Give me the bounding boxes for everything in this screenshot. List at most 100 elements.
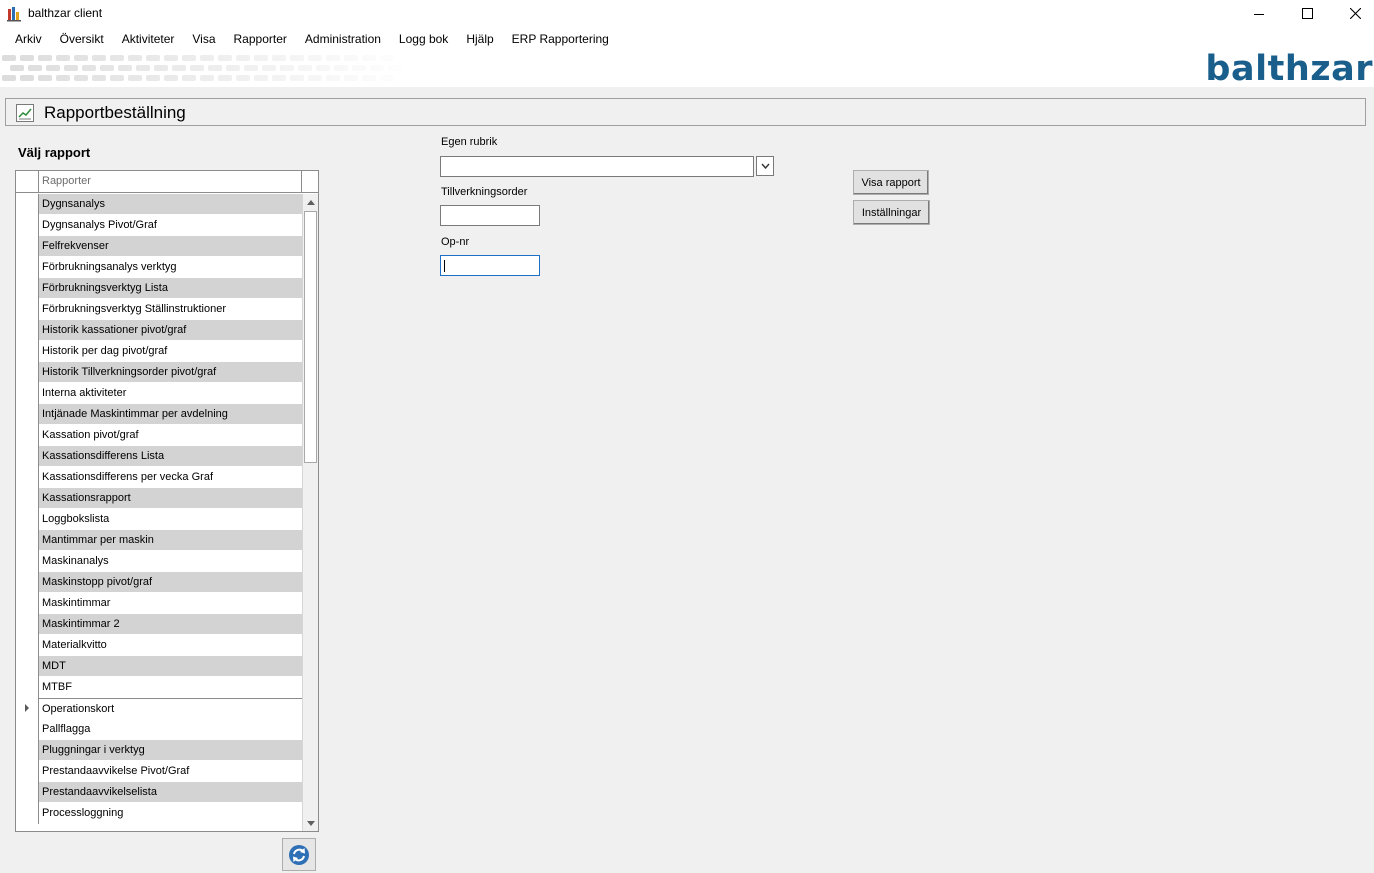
row-header[interactable] xyxy=(16,635,39,656)
report-name-cell[interactable]: Förbrukningsverktyg Lista xyxy=(39,278,302,299)
row-header[interactable] xyxy=(16,194,39,215)
maximize-button[interactable] xyxy=(1284,0,1330,27)
menu-aktiviteter[interactable]: Aktiviteter xyxy=(113,27,184,52)
menu-logg-bok[interactable]: Logg bok xyxy=(390,27,457,52)
grid-corner[interactable] xyxy=(16,171,39,193)
report-name-cell[interactable]: Operationskort xyxy=(39,698,302,719)
report-name-cell[interactable]: Maskinstopp pivot/graf xyxy=(39,572,302,593)
report-name-cell[interactable]: MTBF xyxy=(39,677,302,698)
report-name-cell[interactable]: Maskintimmar xyxy=(39,593,302,614)
close-button[interactable] xyxy=(1332,0,1374,27)
report-name-cell[interactable]: Pluggningar i verktyg xyxy=(39,740,302,761)
table-row[interactable]: Kassationsrapport xyxy=(16,488,302,509)
report-grid[interactable]: Rapporter Dygnsanalys Dygnsanalys Pivot/G… xyxy=(15,170,319,832)
table-row[interactable]: Förbrukningsverktyg Ställinstruktioner xyxy=(16,299,302,320)
report-name-cell[interactable]: Maskinanalys xyxy=(39,551,302,572)
report-name-cell[interactable]: Felfrekvenser xyxy=(39,236,302,257)
egen-rubrik-dropdown-button[interactable] xyxy=(756,156,774,176)
row-header[interactable] xyxy=(16,740,39,761)
tillverkningsorder-input[interactable] xyxy=(440,205,540,226)
menu-administration[interactable]: Administration xyxy=(296,27,390,52)
menu-oversikt[interactable]: Översikt xyxy=(51,27,113,52)
report-name-cell[interactable]: Dygnsanalys xyxy=(39,194,302,215)
grid-scrollbar[interactable] xyxy=(302,194,318,831)
report-name-cell[interactable]: Förbrukningsverktyg Ställinstruktioner xyxy=(39,299,302,320)
table-row[interactable]: Felfrekvenser xyxy=(16,236,302,257)
table-row[interactable]: Förbrukningsverktyg Lista xyxy=(16,278,302,299)
row-header[interactable] xyxy=(16,488,39,509)
report-name-cell[interactable]: Mantimmar per maskin xyxy=(39,530,302,551)
table-row[interactable]: Historik kassationer pivot/graf xyxy=(16,320,302,341)
row-header[interactable] xyxy=(16,341,39,362)
row-header[interactable] xyxy=(16,467,39,488)
row-header[interactable] xyxy=(16,362,39,383)
op-nr-input[interactable] xyxy=(440,255,540,276)
table-row[interactable]: Maskintimmar 2 xyxy=(16,614,302,635)
report-name-cell[interactable]: Historik Tillverkningsorder pivot/graf xyxy=(39,362,302,383)
row-header[interactable] xyxy=(16,593,39,614)
report-name-cell[interactable]: MDT xyxy=(39,656,302,677)
report-name-cell[interactable]: Processloggning xyxy=(39,803,302,824)
menu-arkiv[interactable]: Arkiv xyxy=(6,27,51,52)
table-row[interactable]: Maskinanalys xyxy=(16,551,302,572)
menu-visa[interactable]: Visa xyxy=(183,27,224,52)
row-header[interactable] xyxy=(16,236,39,257)
row-header[interactable] xyxy=(16,383,39,404)
menu-rapporter[interactable]: Rapporter xyxy=(225,27,296,52)
table-row[interactable]: Prestandaavvikelselista xyxy=(16,782,302,803)
refresh-button[interactable] xyxy=(282,838,316,871)
minimize-button[interactable] xyxy=(1236,0,1282,27)
table-row[interactable]: Operationskort xyxy=(16,698,302,719)
row-header[interactable] xyxy=(16,614,39,635)
row-header[interactable] xyxy=(16,677,39,698)
table-row[interactable]: Kassationsdifferens Lista xyxy=(16,446,302,467)
scroll-up-button[interactable] xyxy=(303,194,318,210)
table-row[interactable]: Maskintimmar xyxy=(16,593,302,614)
row-header[interactable] xyxy=(16,509,39,530)
table-row[interactable]: Maskinstopp pivot/graf xyxy=(16,572,302,593)
table-row[interactable]: Materialkvitto xyxy=(16,635,302,656)
table-row[interactable]: Intjänade Maskintimmar per avdelning xyxy=(16,404,302,425)
table-row[interactable]: Kassation pivot/graf xyxy=(16,425,302,446)
table-row[interactable]: MDT xyxy=(16,656,302,677)
menu-erp-rapportering[interactable]: ERP Rapportering xyxy=(503,27,618,52)
table-row[interactable]: Prestandaavvikelse Pivot/Graf xyxy=(16,761,302,782)
report-name-cell[interactable]: Kassationsrapport xyxy=(39,488,302,509)
table-row[interactable]: Dygnsanalys xyxy=(16,194,302,215)
table-row[interactable]: Historik per dag pivot/graf xyxy=(16,341,302,362)
row-header[interactable] xyxy=(16,761,39,782)
report-name-cell[interactable]: Historik kassationer pivot/graf xyxy=(39,320,302,341)
row-header[interactable] xyxy=(16,299,39,320)
report-name-cell[interactable]: Intjänade Maskintimmar per avdelning xyxy=(39,404,302,425)
table-row[interactable]: Dygnsanalys Pivot/Graf xyxy=(16,215,302,236)
row-header[interactable] xyxy=(16,278,39,299)
row-header[interactable] xyxy=(16,656,39,677)
report-name-cell[interactable]: Maskintimmar 2 xyxy=(39,614,302,635)
report-name-cell[interactable]: Historik per dag pivot/graf xyxy=(39,341,302,362)
row-header[interactable] xyxy=(16,257,39,278)
table-row[interactable]: MTBF xyxy=(16,677,302,698)
report-name-cell[interactable]: Dygnsanalys Pivot/Graf xyxy=(39,215,302,236)
scroll-thumb[interactable] xyxy=(304,211,317,463)
table-row[interactable]: Processloggning xyxy=(16,803,302,824)
table-row[interactable]: Historik Tillverkningsorder pivot/graf xyxy=(16,362,302,383)
table-row[interactable]: Mantimmar per maskin xyxy=(16,530,302,551)
report-name-cell[interactable]: Materialkvitto xyxy=(39,635,302,656)
report-name-cell[interactable]: Prestandaavvikelse Pivot/Graf xyxy=(39,761,302,782)
report-name-cell[interactable]: Kassationsdifferens Lista xyxy=(39,446,302,467)
report-name-cell[interactable]: Kassationsdifferens per vecka Graf xyxy=(39,467,302,488)
table-row[interactable]: Kassationsdifferens per vecka Graf xyxy=(16,467,302,488)
row-header[interactable] xyxy=(16,551,39,572)
row-header[interactable] xyxy=(16,719,39,740)
row-header[interactable] xyxy=(16,446,39,467)
row-header[interactable] xyxy=(16,698,39,719)
report-name-cell[interactable]: Kassation pivot/graf xyxy=(39,425,302,446)
installningar-button[interactable]: Inställningar xyxy=(853,200,930,225)
row-header[interactable] xyxy=(16,215,39,236)
row-header[interactable] xyxy=(16,320,39,341)
table-row[interactable]: Pallflagga xyxy=(16,719,302,740)
report-name-cell[interactable]: Loggbokslista xyxy=(39,509,302,530)
menu-hjalp[interactable]: Hjälp xyxy=(457,27,502,52)
report-name-cell[interactable]: Förbrukningsanalys verktyg xyxy=(39,257,302,278)
report-name-cell[interactable]: Interna aktiviteter xyxy=(39,383,302,404)
